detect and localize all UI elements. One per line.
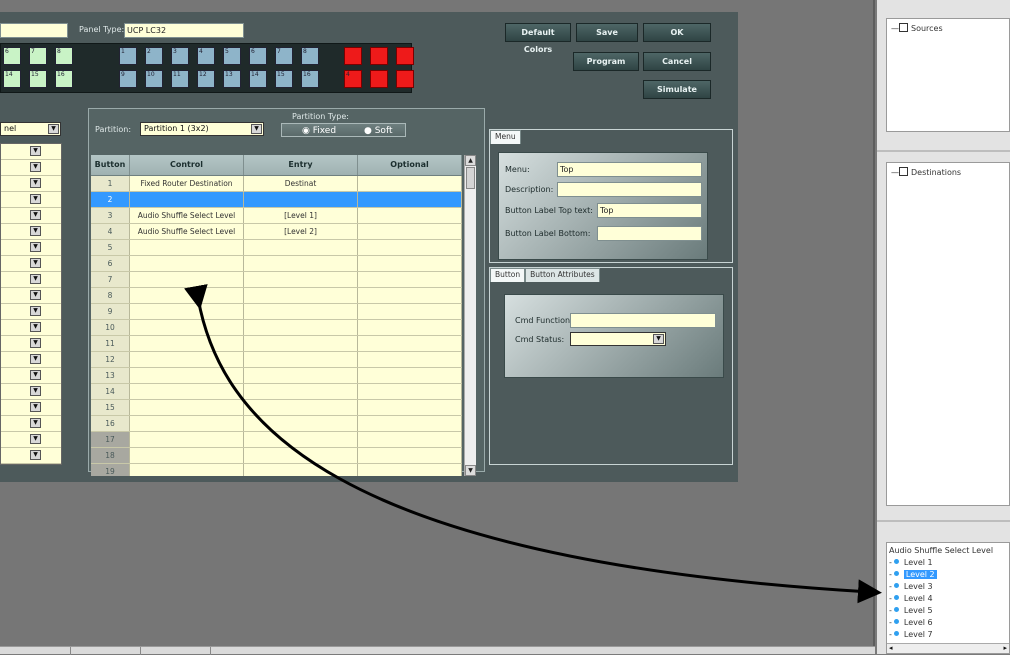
annotation-arrow-path [184, 284, 882, 604]
annotation-arrow [184, 284, 882, 604]
